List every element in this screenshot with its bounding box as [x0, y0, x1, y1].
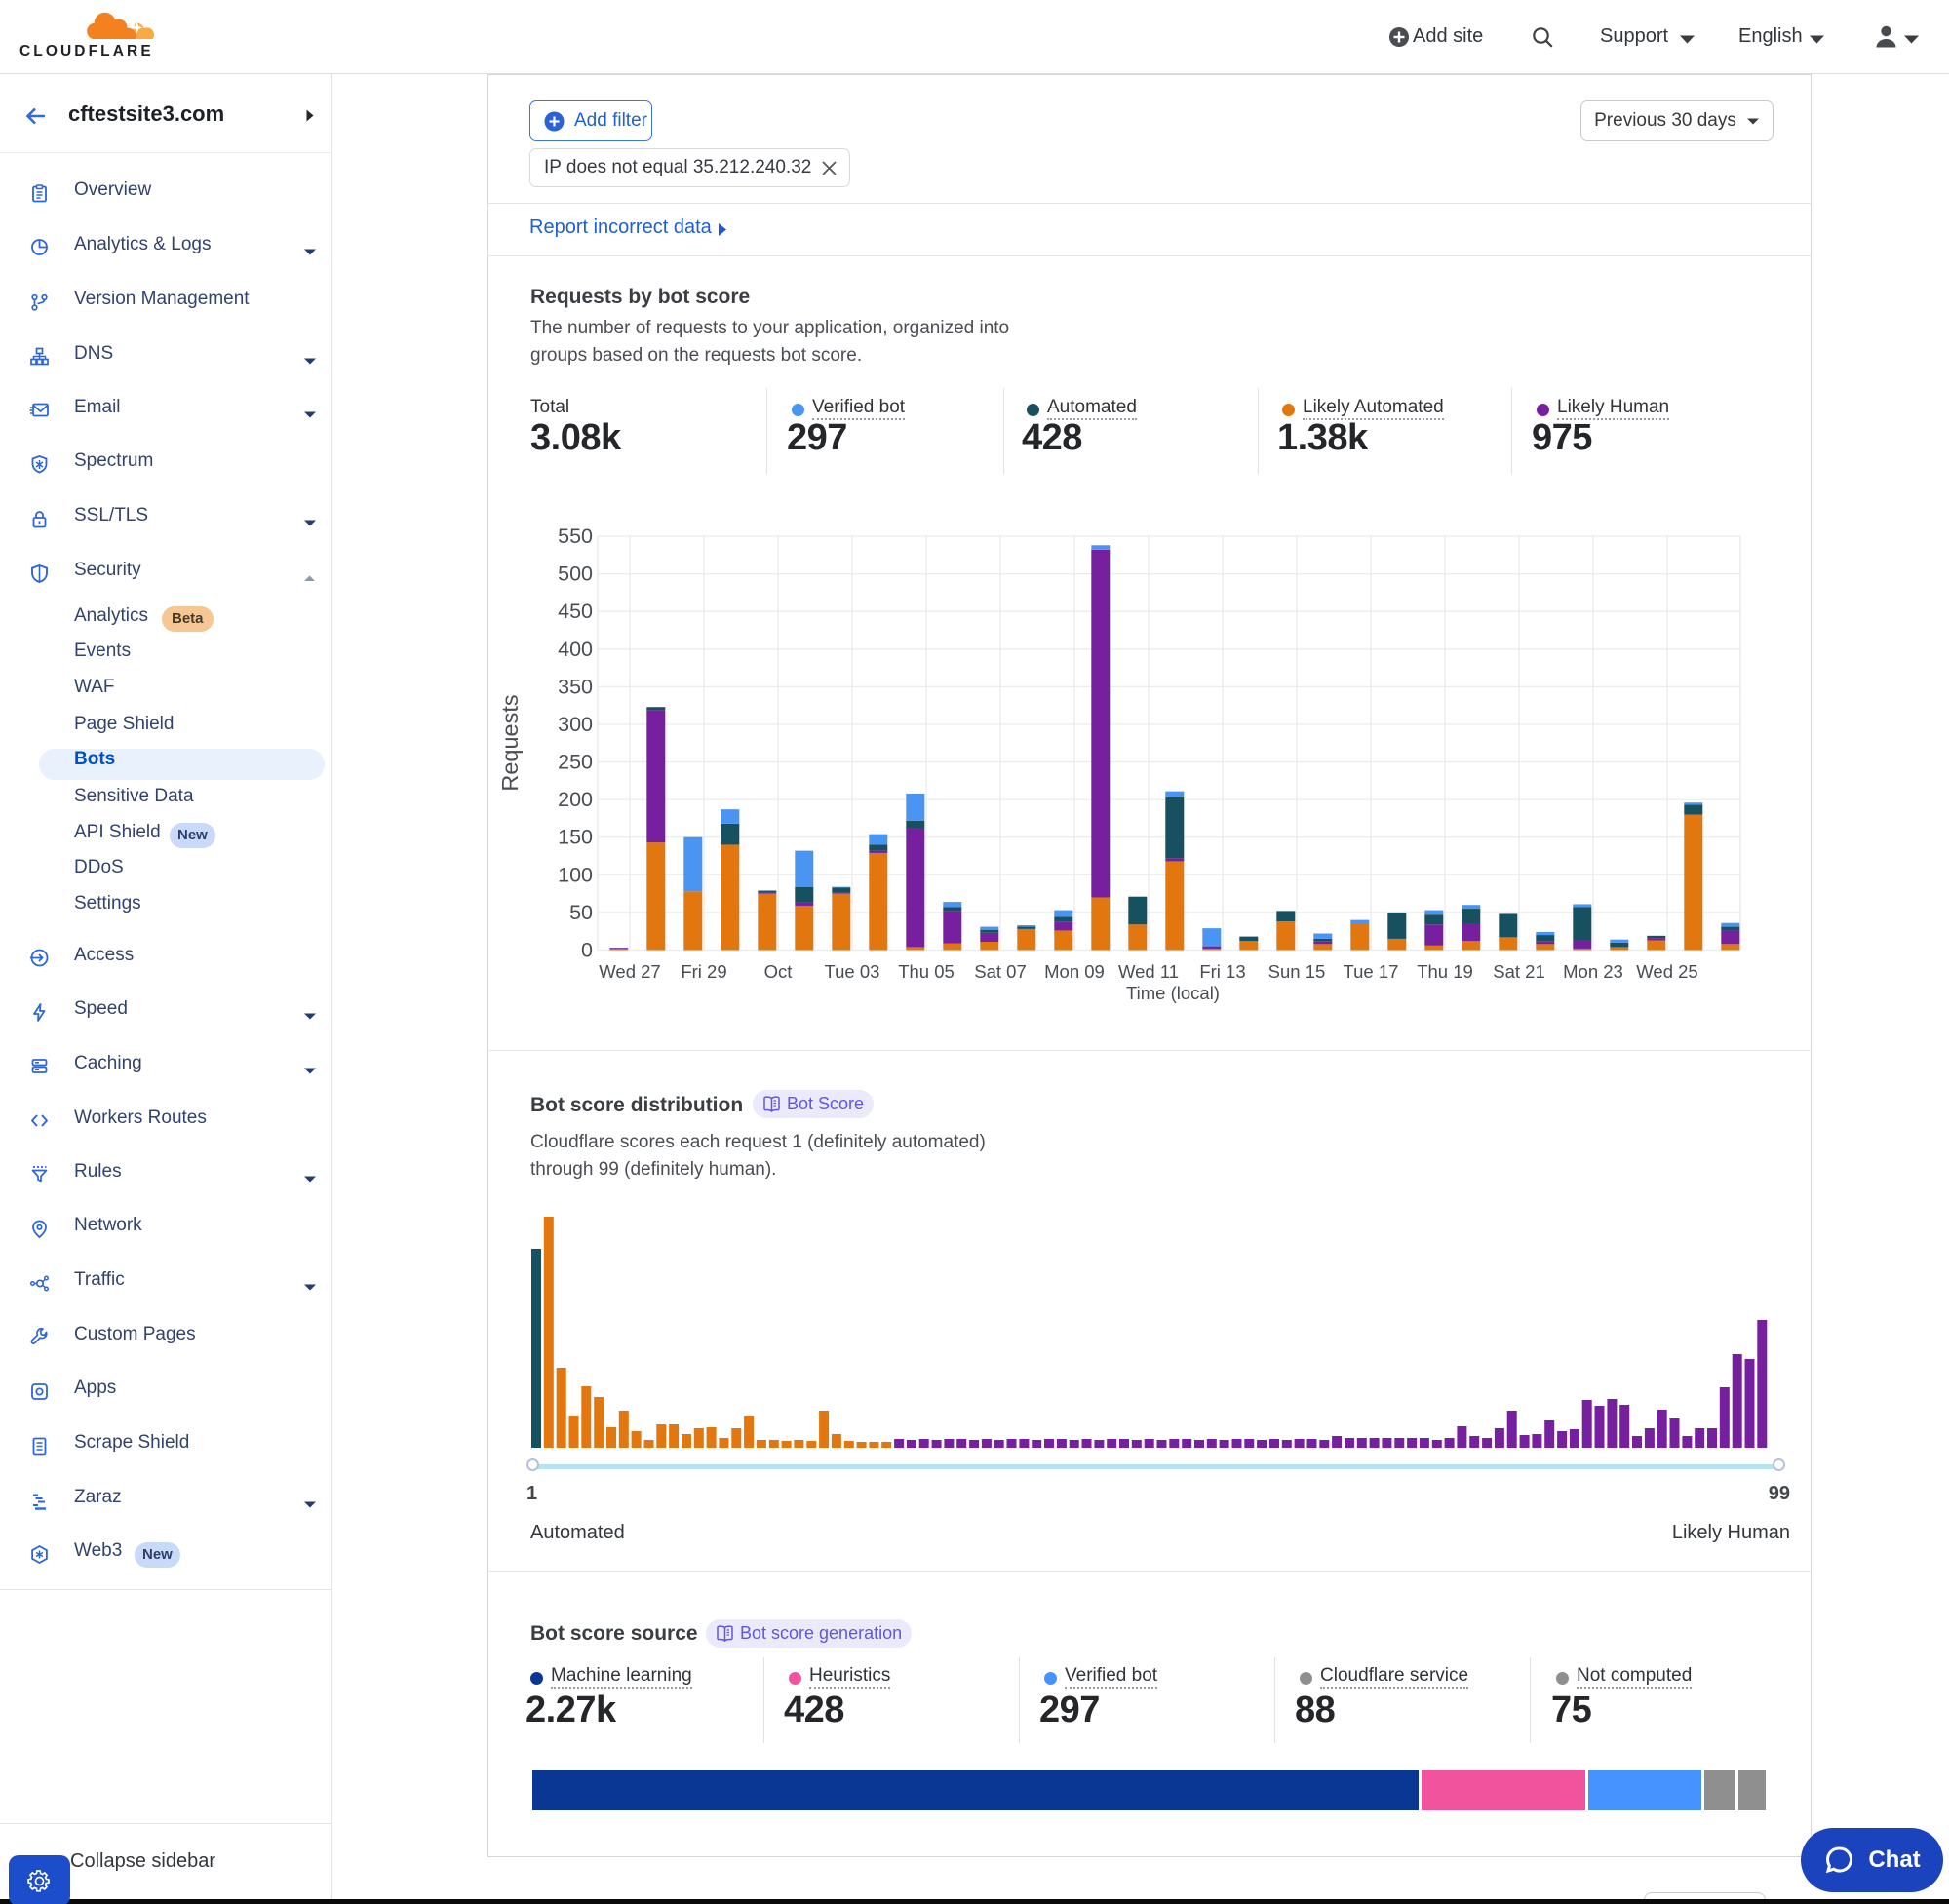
svg-text:Sun 15: Sun 15 [1268, 961, 1326, 982]
svg-text:100: 100 [558, 863, 593, 886]
svg-text:550: 550 [558, 525, 593, 548]
svg-text:500: 500 [558, 563, 593, 586]
svg-text:300: 300 [558, 713, 593, 736]
svg-text:Wed 27: Wed 27 [599, 961, 660, 982]
svg-text:Wed 25: Wed 25 [1636, 961, 1697, 982]
svg-text:Fri 29: Fri 29 [681, 961, 726, 982]
svg-text:Requests: Requests [497, 694, 523, 791]
svg-text:Mon 23: Mon 23 [1563, 961, 1623, 982]
svg-text:400: 400 [558, 638, 593, 661]
svg-text:Wed 11: Wed 11 [1118, 961, 1179, 982]
svg-text:250: 250 [558, 751, 593, 774]
svg-text:200: 200 [558, 788, 593, 811]
svg-text:450: 450 [558, 600, 593, 623]
svg-text:Thu 19: Thu 19 [1417, 961, 1473, 982]
svg-text:Sat 21: Sat 21 [1493, 961, 1545, 982]
svg-text:50: 50 [569, 901, 593, 924]
svg-text:150: 150 [558, 826, 593, 849]
svg-text:350: 350 [558, 675, 593, 698]
svg-text:Thu 05: Thu 05 [898, 961, 955, 982]
svg-text:Time (local): Time (local) [1126, 983, 1220, 1003]
svg-text:Sat 07: Sat 07 [974, 961, 1027, 982]
svg-text:Mon 09: Mon 09 [1044, 961, 1105, 982]
svg-text:Fri 13: Fri 13 [1199, 961, 1245, 982]
svg-text:Tue 03: Tue 03 [825, 961, 880, 982]
svg-text:Oct: Oct [764, 961, 793, 982]
svg-text:0: 0 [581, 939, 593, 962]
svg-text:Tue 17: Tue 17 [1344, 961, 1399, 982]
